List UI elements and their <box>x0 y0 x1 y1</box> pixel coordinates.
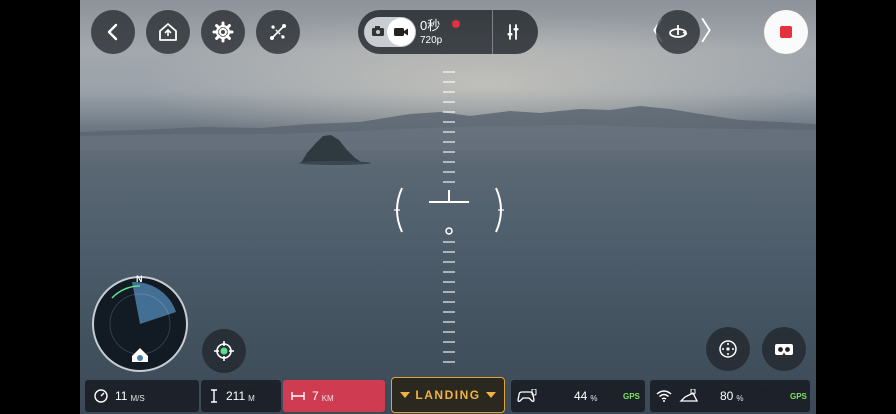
gear-icon <box>212 21 234 43</box>
landing-label: LANDING <box>415 388 481 402</box>
altitude-value: 211 <box>226 389 246 403</box>
speedometer-icon <box>94 389 108 403</box>
stop-icon <box>780 26 792 38</box>
record-time: 0秒 <box>420 18 441 33</box>
chevron-left-icon <box>107 23 118 41</box>
distance-icon <box>291 392 305 400</box>
flight-path-icon <box>270 24 286 40</box>
wifi-icon <box>656 390 672 402</box>
gimbal-right-arrow[interactable]: 〉 <box>700 16 726 46</box>
distance-readout: 7 KM <box>283 380 385 412</box>
controller-battery-icon <box>517 389 537 402</box>
altitude-unit: M <box>248 393 255 403</box>
signal-gps-label: GPS <box>790 392 807 401</box>
speed-value: 11 <box>115 389 128 403</box>
target-icon <box>719 340 737 358</box>
camera-icon <box>372 26 384 36</box>
altitude-readout: 211 M <box>201 380 281 412</box>
recording-indicator-dot <box>452 20 460 28</box>
return-home-icon <box>159 23 177 41</box>
camera-controls: 0秒 720p <box>358 10 538 54</box>
photo-video-toggle[interactable] <box>364 17 416 47</box>
rotate-icon <box>669 25 688 38</box>
altitude-icon <box>211 389 217 403</box>
crosshair-icon <box>214 341 234 361</box>
attitude-indicator <box>394 71 504 363</box>
point-of-interest-button[interactable] <box>202 329 246 373</box>
telemetry-status-bar: 11 M/S 211 M 7 KM LANDING 44 % GPS 80 % … <box>80 377 816 413</box>
target-tracking-button[interactable] <box>706 327 750 371</box>
return-home-button[interactable] <box>146 10 190 54</box>
island <box>299 135 371 165</box>
vr-goggles-icon <box>775 344 793 355</box>
chevron-down-icon <box>400 392 410 398</box>
record-stop-button[interactable] <box>764 10 808 54</box>
north-label: N <box>136 274 143 284</box>
battery-value: 44 <box>574 389 588 403</box>
camera-viewport: 0秒 720p 〈 〉 N <box>80 0 816 414</box>
signal-value: 80 <box>720 389 734 403</box>
flight-path-button[interactable] <box>256 10 300 54</box>
radar-minimap[interactable] <box>92 276 188 372</box>
signal-unit: % <box>736 393 744 403</box>
video-resolution: 720p <box>420 35 443 46</box>
battery-unit: % <box>590 393 598 403</box>
landing-button[interactable]: LANDING <box>391 377 505 413</box>
controller-battery-readout: 44 % GPS <box>511 380 645 412</box>
divider <box>492 10 493 54</box>
drone-battery-icon <box>679 389 699 402</box>
gimbal-rotate-button[interactable] <box>656 10 700 54</box>
video-camera-icon <box>394 28 408 36</box>
sliders-icon[interactable] <box>502 21 524 43</box>
battery-gps-label: GPS <box>623 392 640 401</box>
video-mode-knob[interactable] <box>387 18 415 46</box>
signal-readout: 80 % GPS <box>650 380 810 412</box>
speed-unit: M/S <box>130 393 145 403</box>
back-button[interactable] <box>91 10 135 54</box>
chevron-down-icon <box>485 392 496 398</box>
gimbal-control[interactable]: 〈 〉 <box>638 10 726 54</box>
vr-goggles-button[interactable] <box>762 327 806 371</box>
distance-unit: KM <box>321 393 334 403</box>
settings-button[interactable] <box>201 10 245 54</box>
distance-value: 7 <box>312 389 319 403</box>
speed-readout: 11 M/S <box>85 380 199 412</box>
